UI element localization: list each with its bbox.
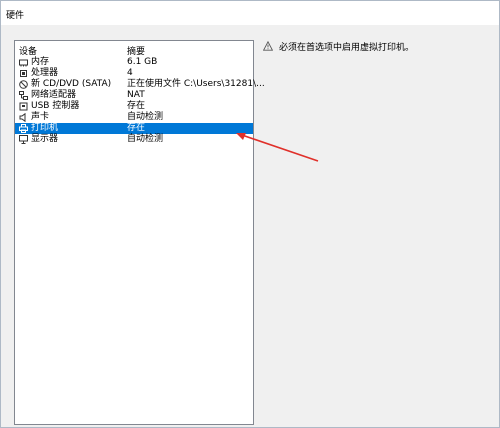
device-summary: 存在 <box>127 101 146 111</box>
device-row-usb[interactable]: USB 控制器 存在 <box>15 101 253 112</box>
device-name: 打印机 <box>31 123 59 133</box>
device-name: 声卡 <box>31 112 50 122</box>
device-list[interactable]: 设备 摘要 内存 6.1 GB 处理器 4 新 CD/DVD (SATA) 正在… <box>14 40 265 425</box>
device-summary: 4 <box>127 68 133 78</box>
device-name: 新 CD/DVD (SATA) <box>31 79 112 89</box>
device-summary: 自动检测 <box>127 134 164 144</box>
device-row-display[interactable]: 显示器 自动检测 <box>15 134 253 145</box>
device-summary: 正在使用文件 C:\Users\31281\... <box>127 79 265 89</box>
device-name: 显示器 <box>31 134 59 144</box>
device-row-memory[interactable]: 内存 6.1 GB <box>15 57 253 68</box>
device-name: 处理器 <box>31 68 59 78</box>
device-row-processor[interactable]: 处理器 4 <box>15 68 253 79</box>
device-name: 内存 <box>31 57 50 67</box>
device-summary: 6.1 GB <box>127 57 158 67</box>
column-header-device[interactable]: 设备 <box>19 44 37 57</box>
list-header: 设备 摘要 <box>15 41 253 57</box>
usb-icon <box>19 102 28 111</box>
memory-icon <box>19 58 28 67</box>
column-header-summary[interactable]: 摘要 <box>127 44 145 57</box>
window-title: 硬件 <box>6 11 25 21</box>
device-details: 必须在首选项中启用虚拟打印机。 <box>262 39 493 55</box>
monitor-icon <box>19 135 28 144</box>
title-bar: 硬件 <box>1 1 499 25</box>
hardware-dialog: 硬件 设备 摘要 内存 6.1 GB 处理器 4 新 CD/DVD (SATA)… <box>0 0 500 428</box>
device-summary: 自动检测 <box>127 112 164 122</box>
printer-icon <box>19 124 28 133</box>
device-summary: 存在 <box>127 123 146 133</box>
cd-icon <box>19 80 28 89</box>
speaker-icon <box>19 112 28 123</box>
dialog-content: 设备 摘要 内存 6.1 GB 处理器 4 新 CD/DVD (SATA) 正在… <box>1 25 499 427</box>
device-row-printer[interactable]: 打印机 存在 <box>15 123 253 134</box>
device-name: 网络适配器 <box>31 90 77 100</box>
network-icon <box>19 91 28 100</box>
device-row-sound[interactable]: 声卡 自动检测 <box>15 112 253 123</box>
printer-warning-message: 必须在首选项中启用虚拟打印机。 <box>279 43 415 53</box>
device-row-cd-dvd[interactable]: 新 CD/DVD (SATA) 正在使用文件 C:\Users\31281\..… <box>15 79 265 90</box>
device-row-network[interactable]: 网络适配器 NAT <box>15 90 253 101</box>
annotation-arrow-icon <box>236 133 319 162</box>
cpu-icon <box>19 69 28 78</box>
device-name: USB 控制器 <box>31 101 80 111</box>
device-summary: NAT <box>127 90 145 100</box>
warning-icon <box>262 40 274 51</box>
